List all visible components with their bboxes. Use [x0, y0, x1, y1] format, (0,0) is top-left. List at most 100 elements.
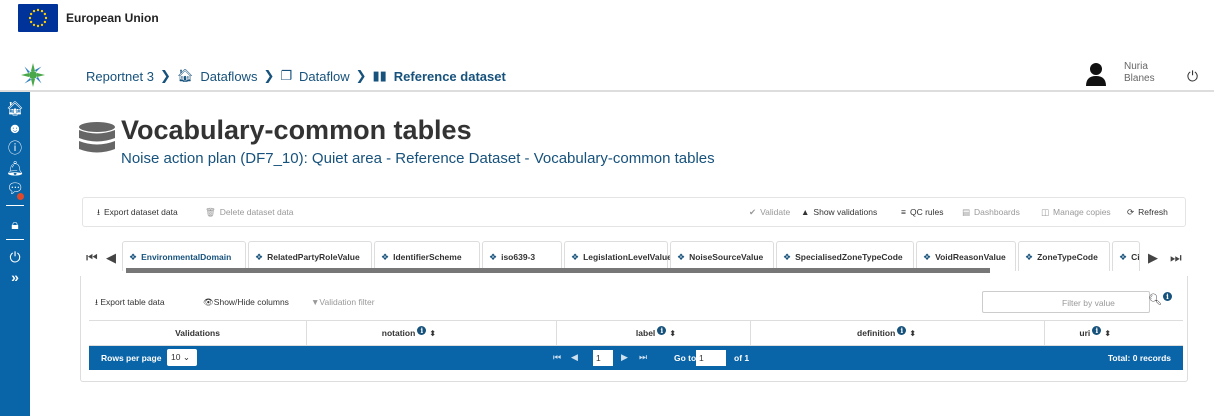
chevron-right-icon: ❯ [159, 68, 171, 83]
show-validations-button[interactable]: ▲ Show validations [801, 207, 877, 217]
book-icon: ▮▮ [372, 68, 387, 83]
goto-page-input[interactable]: 1 [696, 350, 726, 366]
eye-icon: 👁︎ [203, 297, 214, 307]
prev-tab-icon[interactable]: ◀ [106, 250, 116, 266]
download-icon: ⭳ [95, 297, 98, 307]
tab-iso639-3[interactable]: ❖ iso639-3 [482, 241, 562, 271]
column-header-definition[interactable]: definition i ⬍ [751, 321, 1045, 345]
tab-legislation-level-value[interactable]: ❖ LegislationLevelValue [564, 241, 672, 271]
tab-zone-type-code[interactable]: ❖ ZoneTypeCode [1018, 241, 1110, 271]
column-header-uri[interactable]: uri i ⬍ [1045, 321, 1183, 345]
filter-by-value-input[interactable]: Filter by value [982, 291, 1150, 313]
dataset-toolbar: ⭳ Export dataset data 🗑︎ Delete dataset da… [82, 197, 1186, 227]
download-icon: ⭳ [97, 207, 100, 217]
comments-icon[interactable]: 💬︎ [0, 178, 30, 198]
prev-page-icon[interactable]: ◀ [571, 352, 578, 363]
total-records: Total: 0 records [1107, 353, 1171, 363]
breadcrumb-item-dataflow[interactable]: Dataflow [299, 69, 350, 84]
validation-filter-button[interactable]: ▼Validation filter [311, 297, 375, 307]
page-subtitle: Noise action plan (DF7_10): Quiet area -… [121, 150, 715, 167]
qc-rules-button[interactable]: ≡ QC rules [901, 207, 944, 217]
column-header-label[interactable]: label i ⬍ [557, 321, 751, 345]
chevron-right-icon: ❯ [263, 68, 275, 83]
logout-icon[interactable]: ⏻ [0, 247, 30, 267]
home-icon[interactable]: 🏠︎ [0, 98, 30, 118]
column-header-notation[interactable]: notation i ⬍ [307, 321, 557, 345]
chevron-right-icon: ❯ [355, 68, 367, 83]
sidebar-divider [6, 205, 24, 206]
chevron-down-icon: ⌄ [182, 352, 190, 362]
validate-button[interactable]: ✔ Validate [749, 207, 790, 218]
last-page-icon[interactable]: ⏭︎ [639, 352, 647, 363]
rows-per-page-select[interactable]: 10 ⌄ [167, 349, 197, 366]
tab-specialised-zone-type-code[interactable]: ❖ SpecialisedZoneTypeCode [776, 241, 914, 271]
lock-icon[interactable]: 🔒︎ [0, 214, 30, 234]
tab-partial[interactable]: ❖ Ci [1112, 241, 1140, 271]
info-icon: ❖ [1119, 252, 1128, 262]
paginator: Rows per page 10 ⌄ ⏮︎ ◀ 1 ▶ ⏭︎ Go to 1 o… [89, 346, 1183, 370]
sort-icon: ⬍ [1104, 329, 1111, 338]
tab-noise-source-value[interactable]: ❖ NoiseSourceValue [670, 241, 774, 271]
dashboards-button[interactable]: ▤ Dashboards [962, 207, 1020, 218]
table-header: Validations notation i ⬍ label i ⬍ definitio… [89, 320, 1183, 346]
tabs-scrollbar[interactable] [126, 268, 990, 273]
logout-icon[interactable]: ⏻ [1187, 68, 1198, 85]
copies-icon: ◫ [1041, 207, 1050, 217]
notification-badge [17, 193, 24, 200]
eu-flag-icon [18, 4, 58, 32]
rows-per-page-label: Rows per page [101, 353, 162, 363]
clone-icon: ❐ [280, 68, 292, 83]
table-panel: ⭳ Export table data 👁︎Show/Hide columns … [80, 276, 1188, 382]
tab-identifier-scheme[interactable]: ❖ IdentifierScheme [374, 241, 480, 271]
eu-label: European Union [66, 11, 159, 25]
help-icon[interactable]: ⓘ [0, 138, 30, 158]
breadcrumb-item-reportnet[interactable]: Reportnet 3 [86, 69, 154, 84]
first-tab-icon[interactable]: ⏮︎ [86, 250, 98, 266]
column-header-validations[interactable]: Validations [89, 321, 307, 345]
trash-icon: 🗑︎ [205, 207, 216, 217]
expand-icon[interactable]: » [0, 267, 30, 287]
info-icon: i [1092, 326, 1102, 335]
user-icon[interactable]: ☻ [0, 118, 30, 138]
page-count: of 1 [734, 353, 750, 363]
bell-icon[interactable]: 🔔︎ [0, 158, 30, 178]
avatar-icon[interactable] [1086, 62, 1106, 86]
breadcrumb-item-reference-dataset: Reference dataset [393, 68, 506, 84]
left-sidebar: 🏠︎ ☻ ⓘ 🔔︎ 💬︎ 🔒︎ ⏻ » [0, 92, 30, 416]
info-icon: ❖ [1025, 252, 1034, 262]
info-icon: i [897, 326, 907, 335]
breadcrumb-item-dataflows[interactable]: Dataflows [200, 69, 257, 84]
first-page-icon[interactable]: ⏮︎ [553, 352, 561, 363]
warning-icon: ▲ [801, 207, 810, 217]
goto-label: Go to [674, 353, 697, 363]
search-icon[interactable]: 🔍︎ [1148, 293, 1162, 306]
breadcrumb: Reportnet 3 ❯ 🏠︎ Dataflows ❯ ❐ Dataflow … [86, 68, 506, 84]
sort-icon: ⬍ [429, 329, 436, 338]
last-tab-icon[interactable]: ⏭︎ [1170, 250, 1182, 266]
delete-dataset-button[interactable]: 🗑︎ Delete dataset data [205, 207, 294, 218]
current-page-button[interactable]: 1 [593, 350, 613, 366]
refresh-button[interactable]: ⟳ Refresh [1127, 207, 1168, 218]
top-navigation: Reportnet 3 ❯ 🏠︎ Dataflows ❯ ❐ Dataflow … [0, 58, 1214, 92]
sliders-icon: ≡ [901, 207, 906, 217]
export-dataset-button[interactable]: ⭳ Export dataset data [97, 207, 178, 221]
show-hide-columns-button[interactable]: 👁︎Show/Hide columns [203, 297, 289, 308]
next-tab-icon[interactable]: ▶ [1148, 250, 1158, 266]
info-icon: i [417, 326, 427, 335]
manage-copies-button[interactable]: ◫ Manage copies [1041, 207, 1111, 218]
tab-void-reason-value[interactable]: ❖ VoidReasonValue [916, 241, 1016, 271]
info-icon: i [657, 326, 667, 335]
sort-icon: ⬍ [669, 329, 676, 338]
info-icon[interactable]: i [1163, 292, 1172, 301]
sort-icon: ⬍ [909, 329, 916, 338]
sidebar-divider [6, 239, 24, 240]
reportnet-logo-icon[interactable] [20, 62, 46, 88]
page-title: Vocabulary-common tables [121, 115, 472, 145]
export-table-button[interactable]: ⭳ Export table data [95, 297, 165, 311]
database-icon [79, 122, 115, 153]
tab-related-party-role-value[interactable]: ❖ RelatedPartyRoleValue [248, 241, 372, 271]
tab-environmental-domain[interactable]: ❖ EnvironmentalDomain [122, 241, 246, 271]
eu-header: European Union [0, 0, 1214, 42]
next-page-icon[interactable]: ▶ [621, 352, 628, 363]
user-name[interactable]: Nuria Blanes [1124, 61, 1168, 85]
